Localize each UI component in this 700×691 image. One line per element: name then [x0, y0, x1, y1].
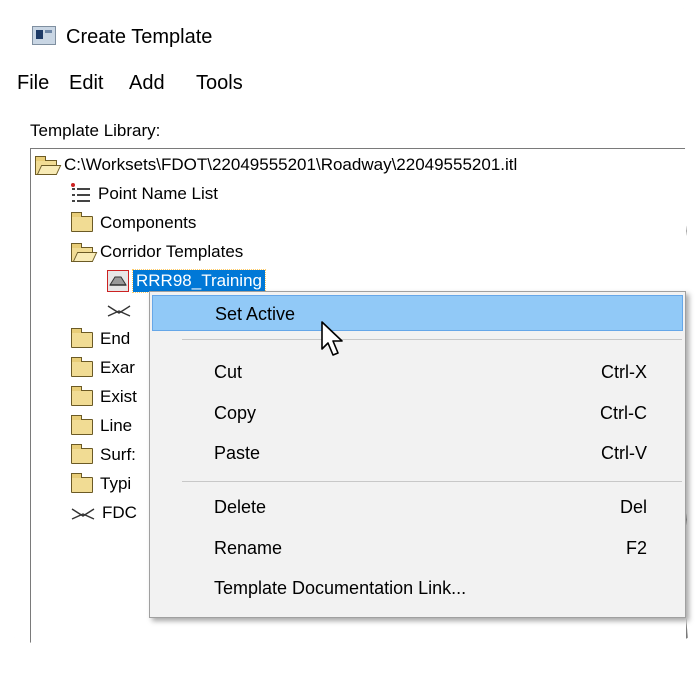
tree-item-label: Typi — [100, 474, 132, 493]
tree-item-label: Line — [100, 416, 133, 435]
template-library-label: Template Library: — [30, 121, 161, 140]
menu-item-copy[interactable]: Copy Ctrl-C — [152, 395, 683, 431]
app-icon — [32, 26, 56, 45]
template-section-icon — [107, 303, 131, 317]
template-section-icon — [71, 506, 95, 520]
folder-open-icon — [35, 155, 57, 175]
tree-item-label: Components — [100, 213, 197, 232]
tree-item-label: Corridor Templates — [100, 242, 244, 261]
tree-item-point-name-list[interactable]: Point Name List — [71, 180, 221, 208]
folder-open-icon — [71, 242, 93, 262]
tree-item-label: FDC — [102, 503, 137, 522]
tree-item-typical[interactable]: Typi — [71, 470, 134, 498]
menu-item-shortcut: F2 — [625, 538, 647, 558]
tree-item-surfaces[interactable]: Surf: — [71, 441, 139, 469]
tree-item-label: RRR98_Training — [132, 269, 266, 293]
tree-root-label: C:\Worksets\FDOT\22049555201\Roadway\220… — [64, 155, 518, 174]
tree-item-lines[interactable]: Line — [71, 412, 135, 440]
menu-item-shortcut: Del — [619, 497, 647, 517]
menu-item-cut[interactable]: Cut Ctrl-X — [152, 354, 683, 390]
tree-item-label: Exar — [100, 358, 135, 377]
menu-item-shortcut: Ctrl-C — [600, 403, 647, 423]
menu-item-label: Rename — [214, 538, 283, 558]
menu-item-label: Delete — [214, 497, 267, 517]
menu-item-rename[interactable]: Rename F2 — [152, 530, 683, 566]
tree-root[interactable]: C:\Worksets\FDOT\22049555201\Roadway\220… — [35, 151, 520, 179]
menu-item-label: Paste — [214, 443, 261, 463]
tree-item-end[interactable]: End — [71, 325, 133, 353]
folder-icon — [71, 212, 93, 232]
menu-item-shortcut: Ctrl-V — [601, 443, 647, 463]
tree-item-examples[interactable]: Exar — [71, 354, 138, 382]
menu-item-template-documentation-link[interactable]: Template Documentation Link... — [152, 570, 683, 606]
window-title: Create Template — [66, 26, 213, 48]
menu-bar: File Edit Add Tools — [14, 70, 686, 100]
tree-item-components[interactable]: Components — [71, 209, 199, 237]
menu-item-label: Cut — [214, 362, 243, 382]
menu-item-delete[interactable]: Delete Del — [152, 489, 683, 525]
menu-item-label: Template Documentation Link... — [214, 578, 467, 598]
menu-separator — [182, 481, 682, 482]
menu-edit[interactable]: Edit — [66, 70, 106, 97]
title-bar[interactable]: Create Template — [14, 8, 686, 58]
tree-item-fdot[interactable]: FDC — [71, 499, 140, 527]
menu-item-set-active[interactable]: Set Active — [152, 295, 683, 331]
folder-icon — [71, 357, 93, 377]
tree-item-label: End — [100, 329, 131, 348]
tree-item-label: Point Name List — [98, 184, 218, 203]
menu-separator — [182, 339, 682, 340]
menu-item-label: Copy — [214, 403, 257, 423]
menu-file[interactable]: File — [14, 70, 52, 97]
folder-icon — [71, 415, 93, 435]
menu-tools[interactable]: Tools — [193, 70, 246, 97]
tree-item-existing[interactable]: Exist — [71, 383, 140, 411]
template-icon — [107, 270, 129, 292]
menu-item-shortcut: Ctrl-X — [601, 362, 647, 382]
list-icon — [71, 183, 91, 204]
tree-item-corridor-templates[interactable]: Corridor Templates — [71, 238, 246, 266]
tree-item-label: Exist — [100, 387, 137, 406]
folder-icon — [71, 473, 93, 493]
tree-item-label: Surf: — [100, 445, 136, 464]
menu-item-paste[interactable]: Paste Ctrl-V — [152, 435, 683, 471]
folder-icon — [71, 386, 93, 406]
folder-icon — [71, 328, 93, 348]
folder-icon — [71, 444, 93, 464]
menu-add[interactable]: Add — [126, 70, 168, 97]
context-menu: Set Active Cut Ctrl-X Copy Ctrl-C Paste … — [149, 291, 686, 618]
tree-item-template-partial[interactable] — [107, 296, 135, 324]
menu-item-label: Set Active — [215, 304, 296, 324]
